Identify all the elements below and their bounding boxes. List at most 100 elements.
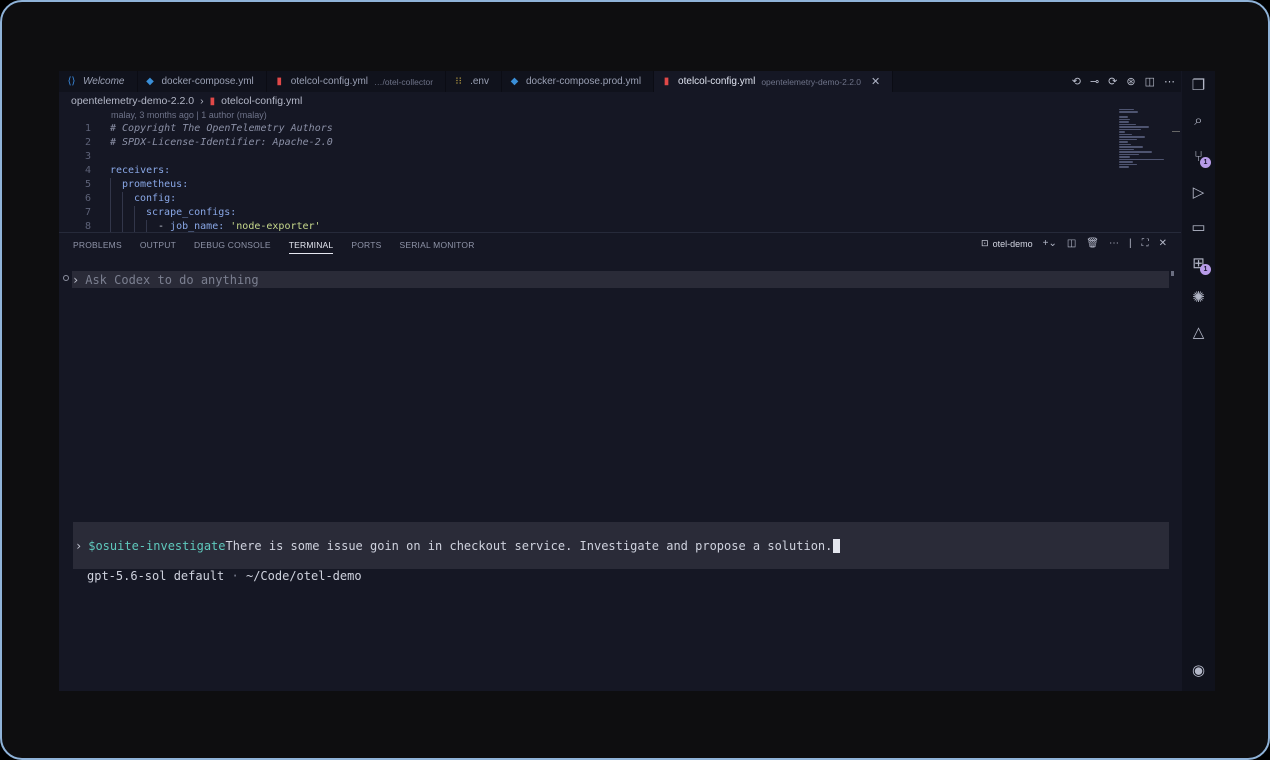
trash-icon[interactable]: 🗑 bbox=[1086, 238, 1099, 249]
tab-label: docker-compose.yml bbox=[161, 76, 254, 87]
triangle-extension-icon[interactable]: △ bbox=[1189, 323, 1208, 342]
tab-serial-monitor[interactable]: SERIAL MONITOR bbox=[399, 240, 474, 254]
new-terminal-icon[interactable]: +⌄ bbox=[1043, 238, 1057, 249]
breadcrumb-file[interactable]: otelcol-config.yml bbox=[221, 95, 302, 107]
extensions-badge: 1 bbox=[1200, 264, 1211, 275]
source-control-icon[interactable]: ⑂ 1 bbox=[1189, 147, 1211, 168]
indent-guide bbox=[134, 206, 146, 220]
code-line: 2 # SPDX-License-Identifier: Apache-2.0 bbox=[59, 136, 1109, 150]
breadcrumb-folder[interactable]: opentelemetry-demo-2.2.0 bbox=[71, 95, 194, 107]
extensions-icon[interactable]: ⊞ 1 bbox=[1189, 254, 1211, 275]
tab-env[interactable]: ⁝⁝ .env bbox=[446, 71, 502, 92]
activity-bar: ❐ ⌕ ⑂ 1 ▷ ▭ ⊞ 1 ✺ △ ◉ bbox=[1182, 71, 1215, 691]
indent-guide bbox=[110, 178, 122, 192]
yaml-key: config: bbox=[134, 193, 177, 204]
line-number: 2 bbox=[84, 137, 91, 148]
codex-prompt-input[interactable]: › $osuite-investigate There is some issu… bbox=[73, 522, 1169, 569]
yml-file-icon: ▮ bbox=[209, 95, 216, 107]
code-line: 3 bbox=[59, 150, 1109, 164]
terminal-icon: ⊡ bbox=[981, 238, 989, 248]
tab-docker-compose-prod[interactable]: ◆ docker-compose.prod.yml bbox=[502, 71, 655, 92]
run-debug-icon[interactable]: ▷ bbox=[1189, 183, 1208, 202]
more-actions-icon[interactable]: ⋯ bbox=[1109, 238, 1119, 249]
tab-output[interactable]: OUTPUT bbox=[140, 240, 176, 254]
code-line: 5 prometheus: bbox=[59, 178, 1109, 192]
tab-terminal[interactable]: TERMINAL bbox=[288, 240, 334, 254]
minimap[interactable] bbox=[1119, 109, 1169, 179]
breadcrumb: opentelemetry-demo-2.2.0 › ▮ otelcol-con… bbox=[71, 95, 302, 107]
breadcrumb-separator: › bbox=[200, 95, 204, 107]
terminal-scrollbar[interactable] bbox=[1171, 271, 1174, 276]
yaml-key: scrape_configs: bbox=[146, 207, 237, 218]
tab-debug-console[interactable]: DEBUG CONSOLE bbox=[194, 240, 271, 254]
terminal-name: otel-demo bbox=[992, 238, 1033, 249]
codex-ask-input[interactable]: › Ask Codex to do anything bbox=[72, 271, 1169, 288]
close-icon[interactable]: ✕ bbox=[871, 75, 880, 88]
code-line: 4 receivers: bbox=[59, 164, 1109, 178]
split-terminal-icon[interactable]: ◫ bbox=[1067, 238, 1076, 249]
prompt-chevron-icon: › bbox=[72, 272, 80, 287]
codex-status-line: gpt-5.6-sol default · ~/Code/otel-demo bbox=[87, 569, 362, 583]
source-control-badge: 1 bbox=[1200, 157, 1211, 168]
yaml-key: receivers: bbox=[110, 165, 171, 176]
yaml-key: job_name: bbox=[170, 221, 225, 232]
split-editor-icon[interactable]: ◫ bbox=[1145, 75, 1155, 88]
explorer-icon[interactable]: ❐ bbox=[1189, 76, 1208, 95]
go-forward-icon[interactable]: ⟳ bbox=[1108, 75, 1117, 88]
code-line: 7 scrape_configs: bbox=[59, 206, 1109, 220]
terminal-selector[interactable]: ⊡ otel-demo bbox=[981, 238, 1033, 249]
vscode-icon: ⟨⟩ bbox=[67, 76, 76, 87]
panel-tabs: PROBLEMS OUTPUT DEBUG CONSOLE TERMINAL P… bbox=[73, 240, 475, 254]
remote-explorer-icon[interactable]: ▭ bbox=[1189, 218, 1208, 237]
tab-label: .env bbox=[470, 76, 489, 87]
tab-otelcol-config-collector[interactable]: ▮ otelcol-config.yml …/otel-collector bbox=[267, 71, 447, 92]
timeline-icon[interactable]: ⊸ bbox=[1090, 75, 1099, 88]
yaml-string: 'node-exporter' bbox=[230, 221, 321, 232]
text-cursor bbox=[833, 538, 841, 553]
line-number: 6 bbox=[84, 193, 91, 204]
tab-path: …/otel-collector bbox=[374, 76, 434, 87]
line-number: 3 bbox=[84, 151, 91, 162]
more-actions-icon[interactable]: ⋯ bbox=[1164, 75, 1175, 88]
tab-path: opentelemetry-demo-2.2.0 bbox=[761, 76, 862, 87]
yaml-key: prometheus: bbox=[122, 179, 189, 190]
editor-scrollbar[interactable] bbox=[1172, 131, 1180, 132]
line-number: 4 bbox=[84, 165, 91, 176]
close-panel-icon[interactable]: ✕ bbox=[1159, 238, 1167, 249]
yml-file-icon: ▮ bbox=[276, 76, 283, 87]
list-dash: - bbox=[158, 221, 171, 232]
env-file-icon: ⁝⁝ bbox=[455, 76, 462, 87]
code-line: 1 # Copyright The OpenTelemetry Authors bbox=[59, 122, 1109, 136]
code-editor[interactable]: 1 # Copyright The OpenTelemetry Authors … bbox=[59, 122, 1109, 234]
ai-assistant-icon[interactable]: ✺ bbox=[1189, 288, 1208, 307]
editor-actions: ⟲ ⊸ ⟳ ⊛ ◫ ⋯ bbox=[1072, 71, 1175, 92]
tab-docker-compose[interactable]: ◆ docker-compose.yml bbox=[138, 71, 267, 92]
go-back-icon[interactable]: ⟲ bbox=[1072, 75, 1081, 88]
code-line: 6 config: bbox=[59, 192, 1109, 206]
bottom-panel: PROBLEMS OUTPUT DEBUG CONSOLE TERMINAL P… bbox=[59, 232, 1181, 691]
status-separator: · bbox=[224, 569, 246, 583]
git-blame-codelens[interactable]: malay, 3 months ago | 1 author (malay) bbox=[111, 110, 267, 120]
docker-icon: ◆ bbox=[146, 76, 154, 87]
line-number: 1 bbox=[84, 123, 91, 134]
tab-otelcol-config-active[interactable]: ▮ otelcol-config.yml opentelemetry-demo-… bbox=[654, 71, 894, 92]
vscode-window: ⟨⟩ Welcome ◆ docker-compose.yml ▮ otelco… bbox=[59, 71, 1215, 691]
skill-mention: $osuite-investigate bbox=[88, 538, 226, 553]
device-frame: ⟨⟩ Welcome ◆ docker-compose.yml ▮ otelco… bbox=[0, 0, 1270, 760]
indent-guide bbox=[110, 206, 122, 220]
tab-label: docker-compose.prod.yml bbox=[526, 76, 642, 87]
tab-label: Welcome bbox=[83, 76, 125, 87]
maximize-panel-icon[interactable]: ⛶ bbox=[1142, 238, 1149, 249]
ask-placeholder: Ask Codex to do anything bbox=[85, 272, 259, 287]
tab-welcome[interactable]: ⟨⟩ Welcome bbox=[59, 71, 138, 92]
tab-problems[interactable]: PROBLEMS bbox=[73, 240, 122, 254]
command-decoration-icon[interactable] bbox=[63, 275, 69, 281]
tab-ports[interactable]: PORTS bbox=[351, 240, 381, 254]
prompt-chevron-icon: › bbox=[75, 538, 83, 553]
indent-guide bbox=[110, 192, 122, 206]
account-icon[interactable]: ◉ bbox=[1189, 661, 1208, 680]
copilot-icon[interactable]: ⊛ bbox=[1126, 75, 1135, 88]
prompt-text: There is some issue goin on in checkout … bbox=[225, 538, 833, 553]
search-icon[interactable]: ⌕ bbox=[1189, 111, 1208, 130]
docker-icon: ◆ bbox=[510, 76, 519, 87]
